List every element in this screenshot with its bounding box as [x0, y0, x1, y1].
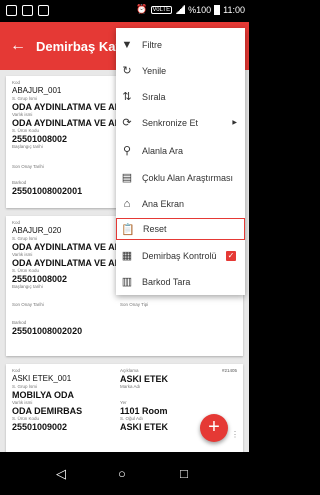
field-label: Son Onay Tarihi	[12, 302, 44, 307]
inventory-check-icon: ▦	[121, 250, 133, 262]
more-dots-icon[interactable]: ⋮	[231, 430, 239, 439]
app-notification-icon	[22, 5, 33, 16]
group-value: MOBILYA ODA	[12, 390, 75, 400]
image-notification-icon	[38, 5, 49, 16]
menu-item-label: Sırala	[142, 91, 166, 102]
clock: 11:00	[223, 4, 245, 15]
navigation-bar: ◁ ○ □	[0, 452, 249, 495]
menu-item-label: Senkronize Et	[142, 117, 199, 128]
filter-icon: ▼	[121, 38, 133, 51]
menu-item-label: Demirbaş Kontrolü	[142, 250, 217, 261]
menu-item-label: Barkod Tara	[142, 276, 191, 287]
code-value: ASKI ETEK_001	[12, 374, 72, 383]
field-label: Son Onay Tipi	[120, 302, 149, 307]
asset-name-value: ODA DEMIRBAS	[12, 406, 83, 416]
menu-item-label: Alanla Ara	[142, 145, 184, 156]
submenu-arrow-icon: ▶	[232, 120, 237, 126]
overflow-menu: ▼ Filtre ↻ Yenile ⇅ Sırala ⟳ Senkronize …	[116, 28, 245, 295]
menu-item-filter[interactable]: ▼ Filtre	[116, 32, 245, 57]
product-code-value: 25501009002	[12, 422, 68, 432]
page-title: Demirbaş Kayıt	[36, 38, 126, 54]
barcode-icon: ▥	[121, 276, 133, 288]
back-nav-icon[interactable]: ◁	[56, 466, 66, 482]
search-icon: ⚲	[122, 145, 132, 157]
system-indicators: ⏰ VoLTE %100 11:00	[136, 4, 245, 15]
notification-icons	[6, 5, 49, 16]
back-arrow-icon[interactable]: ←	[0, 37, 36, 55]
status-bar: ⏰ VoLTE %100 11:00	[0, 0, 249, 22]
menu-item-label: Filtre	[142, 39, 162, 50]
menu-item-barcode-scan[interactable]: ▥ Barkod Tara	[116, 269, 245, 294]
menu-item-label: Yenile	[142, 65, 167, 76]
volte-icon: VoLTE	[150, 5, 173, 14]
menu-item-multi-search[interactable]: ▤ Çoklu Alan Araştırması	[116, 165, 245, 190]
inventory-check-checkbox[interactable]: ✓	[226, 250, 236, 261]
signal-icon	[175, 5, 186, 14]
sort-icon: ⇅	[122, 91, 132, 103]
menu-item-label: Çoklu Alan Araştırması	[142, 172, 234, 183]
alarm-icon: ⏰	[136, 4, 148, 14]
field-label: Marka Adı	[120, 384, 141, 389]
home-nav-icon[interactable]: ○	[118, 466, 126, 481]
menu-item-sync[interactable]: ⟳ Senkronize Et ▶	[116, 110, 245, 135]
battery-text: %100	[188, 4, 212, 15]
whatsapp-icon	[6, 5, 17, 16]
multi-search-icon: ▤	[121, 172, 133, 184]
menu-item-inventory-check[interactable]: ▦ Demirbaş Kontrolü ✓	[116, 243, 245, 268]
clipboard-icon: 📋	[121, 223, 135, 236]
sync-icon: ⟳	[122, 117, 132, 129]
menu-item-sort[interactable]: ⇅ Sırala	[116, 84, 245, 109]
add-fab-button[interactable]: +	[200, 414, 228, 442]
menu-item-label: Ana Ekran	[142, 198, 185, 209]
menu-item-search-field[interactable]: ⚲ Alanla Ara	[116, 138, 245, 163]
menu-item-label: Reset	[143, 224, 167, 234]
record-tag: #21405	[221, 368, 237, 373]
home-icon: ⌂	[123, 197, 131, 210]
refresh-icon: ↻	[122, 65, 132, 77]
recents-nav-icon[interactable]: □	[180, 466, 188, 481]
menu-item-reset[interactable]: 📋 Reset	[116, 218, 245, 240]
menu-item-home[interactable]: ⌂ Ana Ekran	[116, 191, 245, 216]
barcode-value: 25501008002020	[12, 326, 83, 336]
battery-icon	[214, 4, 221, 15]
menu-item-refresh[interactable]: ↻ Yenile	[116, 58, 245, 83]
description-value: ASKI ETEK	[120, 374, 169, 384]
